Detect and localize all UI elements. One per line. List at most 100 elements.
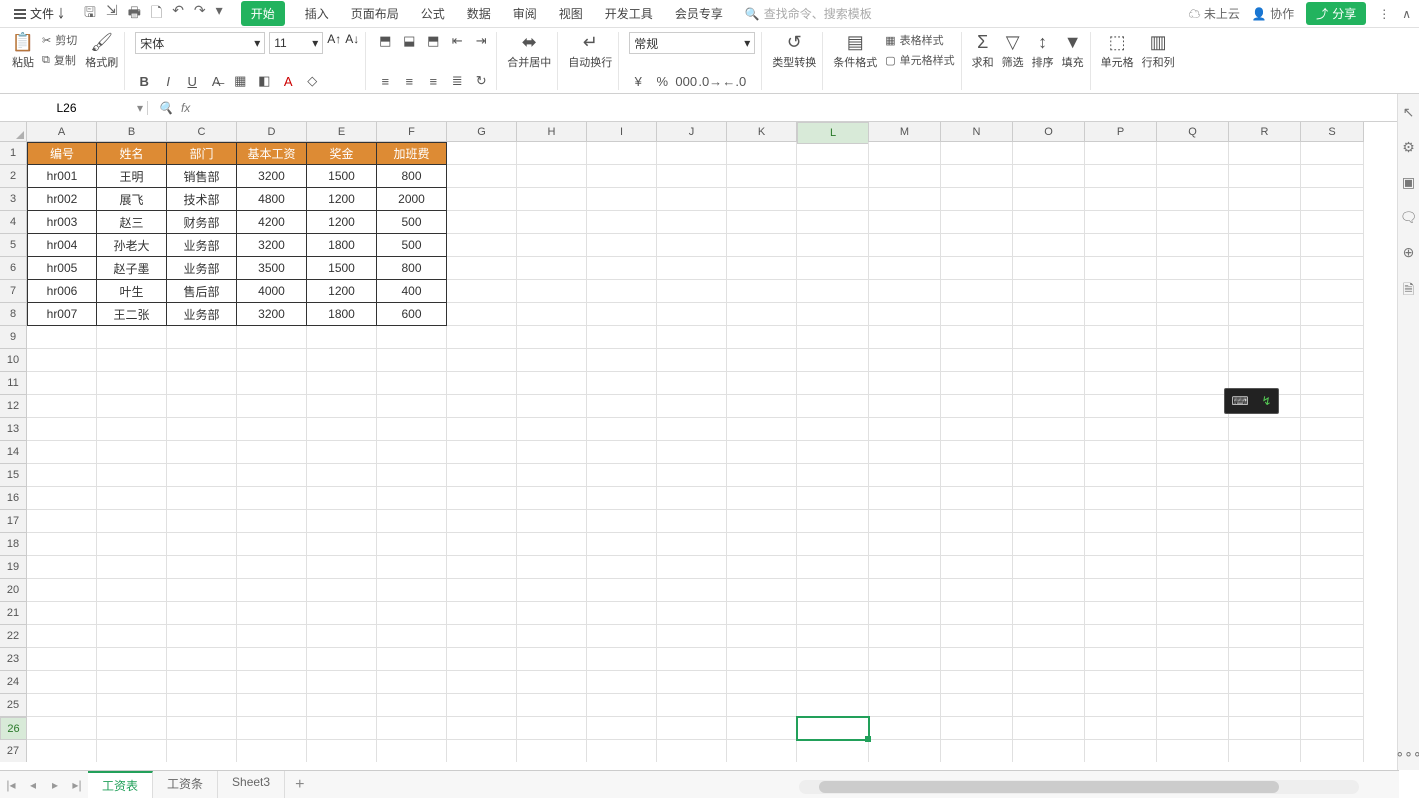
col-header-N[interactable]: N xyxy=(941,122,1013,142)
cell-I25[interactable] xyxy=(587,694,657,717)
row-header-19[interactable]: 19 xyxy=(0,556,27,579)
cell-A12[interactable] xyxy=(27,395,97,418)
cell-R22[interactable] xyxy=(1229,625,1301,648)
cell-F6[interactable]: 800 xyxy=(377,257,447,280)
cell-S19[interactable] xyxy=(1301,556,1364,579)
cell-M15[interactable] xyxy=(869,464,941,487)
cell-E1[interactable]: 奖金 xyxy=(307,142,377,165)
cell-O22[interactable] xyxy=(1013,625,1085,648)
cell-M18[interactable] xyxy=(869,533,941,556)
cell-Q19[interactable] xyxy=(1157,556,1229,579)
cell-H4[interactable] xyxy=(517,211,587,234)
cell-E24[interactable] xyxy=(307,671,377,694)
cell-N27[interactable] xyxy=(941,740,1013,762)
cell-O14[interactable] xyxy=(1013,441,1085,464)
cell-C26[interactable] xyxy=(167,717,237,740)
cell-D17[interactable] xyxy=(237,510,307,533)
cell-P23[interactable] xyxy=(1085,648,1157,671)
cell-Q14[interactable] xyxy=(1157,441,1229,464)
row-header-10[interactable]: 10 xyxy=(0,349,27,372)
cell-L25[interactable] xyxy=(797,694,869,717)
cell-P5[interactable] xyxy=(1085,234,1157,257)
cell-F24[interactable] xyxy=(377,671,447,694)
cell-S16[interactable] xyxy=(1301,487,1364,510)
cell-D15[interactable] xyxy=(237,464,307,487)
cell-N22[interactable] xyxy=(941,625,1013,648)
cell-F1[interactable]: 加班费 xyxy=(377,142,447,165)
align-bottom-icon[interactable]: ⬒ xyxy=(424,32,442,50)
cell-H9[interactable] xyxy=(517,326,587,349)
cell-A25[interactable] xyxy=(27,694,97,717)
cell-G24[interactable] xyxy=(447,671,517,694)
cell-I19[interactable] xyxy=(587,556,657,579)
cell-R14[interactable] xyxy=(1229,441,1301,464)
cell-G4[interactable] xyxy=(447,211,517,234)
row-header-3[interactable]: 3 xyxy=(0,188,27,211)
cell-J2[interactable] xyxy=(657,165,727,188)
cell-D9[interactable] xyxy=(237,326,307,349)
cell-I1[interactable] xyxy=(587,142,657,165)
border-button[interactable]: ▦ xyxy=(231,72,249,90)
cell-O18[interactable] xyxy=(1013,533,1085,556)
cell-D12[interactable] xyxy=(237,395,307,418)
cell-A11[interactable] xyxy=(27,372,97,395)
paste-button[interactable]: 📋粘贴 xyxy=(12,32,34,70)
cell-B20[interactable] xyxy=(97,579,167,602)
cell-G16[interactable] xyxy=(447,487,517,510)
cell-R25[interactable] xyxy=(1229,694,1301,717)
cell-K27[interactable] xyxy=(727,740,797,762)
cell-L14[interactable] xyxy=(797,441,869,464)
cell-J14[interactable] xyxy=(657,441,727,464)
cell-B6[interactable]: 赵子墨 xyxy=(97,257,167,280)
cell-J24[interactable] xyxy=(657,671,727,694)
cell-H11[interactable] xyxy=(517,372,587,395)
cell-E23[interactable] xyxy=(307,648,377,671)
cell-F15[interactable] xyxy=(377,464,447,487)
qat-chevron-icon[interactable]: ▾ xyxy=(216,2,223,26)
cell-R27[interactable] xyxy=(1229,740,1301,762)
collab-button[interactable]: 👤 协作 xyxy=(1252,5,1294,22)
cell-H3[interactable] xyxy=(517,188,587,211)
cell-Q11[interactable] xyxy=(1157,372,1229,395)
cell-A6[interactable]: hr005 xyxy=(27,257,97,280)
cell-P25[interactable] xyxy=(1085,694,1157,717)
cell-O21[interactable] xyxy=(1013,602,1085,625)
cell-A24[interactable] xyxy=(27,671,97,694)
cell-O17[interactable] xyxy=(1013,510,1085,533)
number-format-select[interactable]: 常规▾ xyxy=(629,32,755,54)
save-icon[interactable]: 🖫 xyxy=(84,2,96,26)
cell-C23[interactable] xyxy=(167,648,237,671)
cell-N19[interactable] xyxy=(941,556,1013,579)
cell-L19[interactable] xyxy=(797,556,869,579)
cell-C7[interactable]: 售后部 xyxy=(167,280,237,303)
cell-M4[interactable] xyxy=(869,211,941,234)
cell-A3[interactable]: hr002 xyxy=(27,188,97,211)
row-header-12[interactable]: 12 xyxy=(0,395,27,418)
format-painter-button[interactable]: 🖌格式刷 xyxy=(85,32,118,70)
cell-B15[interactable] xyxy=(97,464,167,487)
scrollbar-thumb[interactable] xyxy=(819,781,1279,793)
sheet-prev-icon[interactable]: ◂ xyxy=(22,778,44,792)
cell-S13[interactable] xyxy=(1301,418,1364,441)
cell-L3[interactable] xyxy=(797,188,869,211)
print-icon[interactable]: 🖶 xyxy=(128,2,141,26)
cell-S22[interactable] xyxy=(1301,625,1364,648)
cell-P22[interactable] xyxy=(1085,625,1157,648)
cell-K9[interactable] xyxy=(727,326,797,349)
cell-D19[interactable] xyxy=(237,556,307,579)
row-header-2[interactable]: 2 xyxy=(0,165,27,188)
cell-S5[interactable] xyxy=(1301,234,1364,257)
cell-H6[interactable] xyxy=(517,257,587,280)
cell-I16[interactable] xyxy=(587,487,657,510)
cell-O16[interactable] xyxy=(1013,487,1085,510)
cell-F2[interactable]: 800 xyxy=(377,165,447,188)
cell-E5[interactable]: 1800 xyxy=(307,234,377,257)
col-header-G[interactable]: G xyxy=(447,122,517,142)
cell-E22[interactable] xyxy=(307,625,377,648)
cell-P21[interactable] xyxy=(1085,602,1157,625)
cell-D16[interactable] xyxy=(237,487,307,510)
cell-L4[interactable] xyxy=(797,211,869,234)
cell-J8[interactable] xyxy=(657,303,727,326)
cell-P27[interactable] xyxy=(1085,740,1157,762)
cell-R16[interactable] xyxy=(1229,487,1301,510)
